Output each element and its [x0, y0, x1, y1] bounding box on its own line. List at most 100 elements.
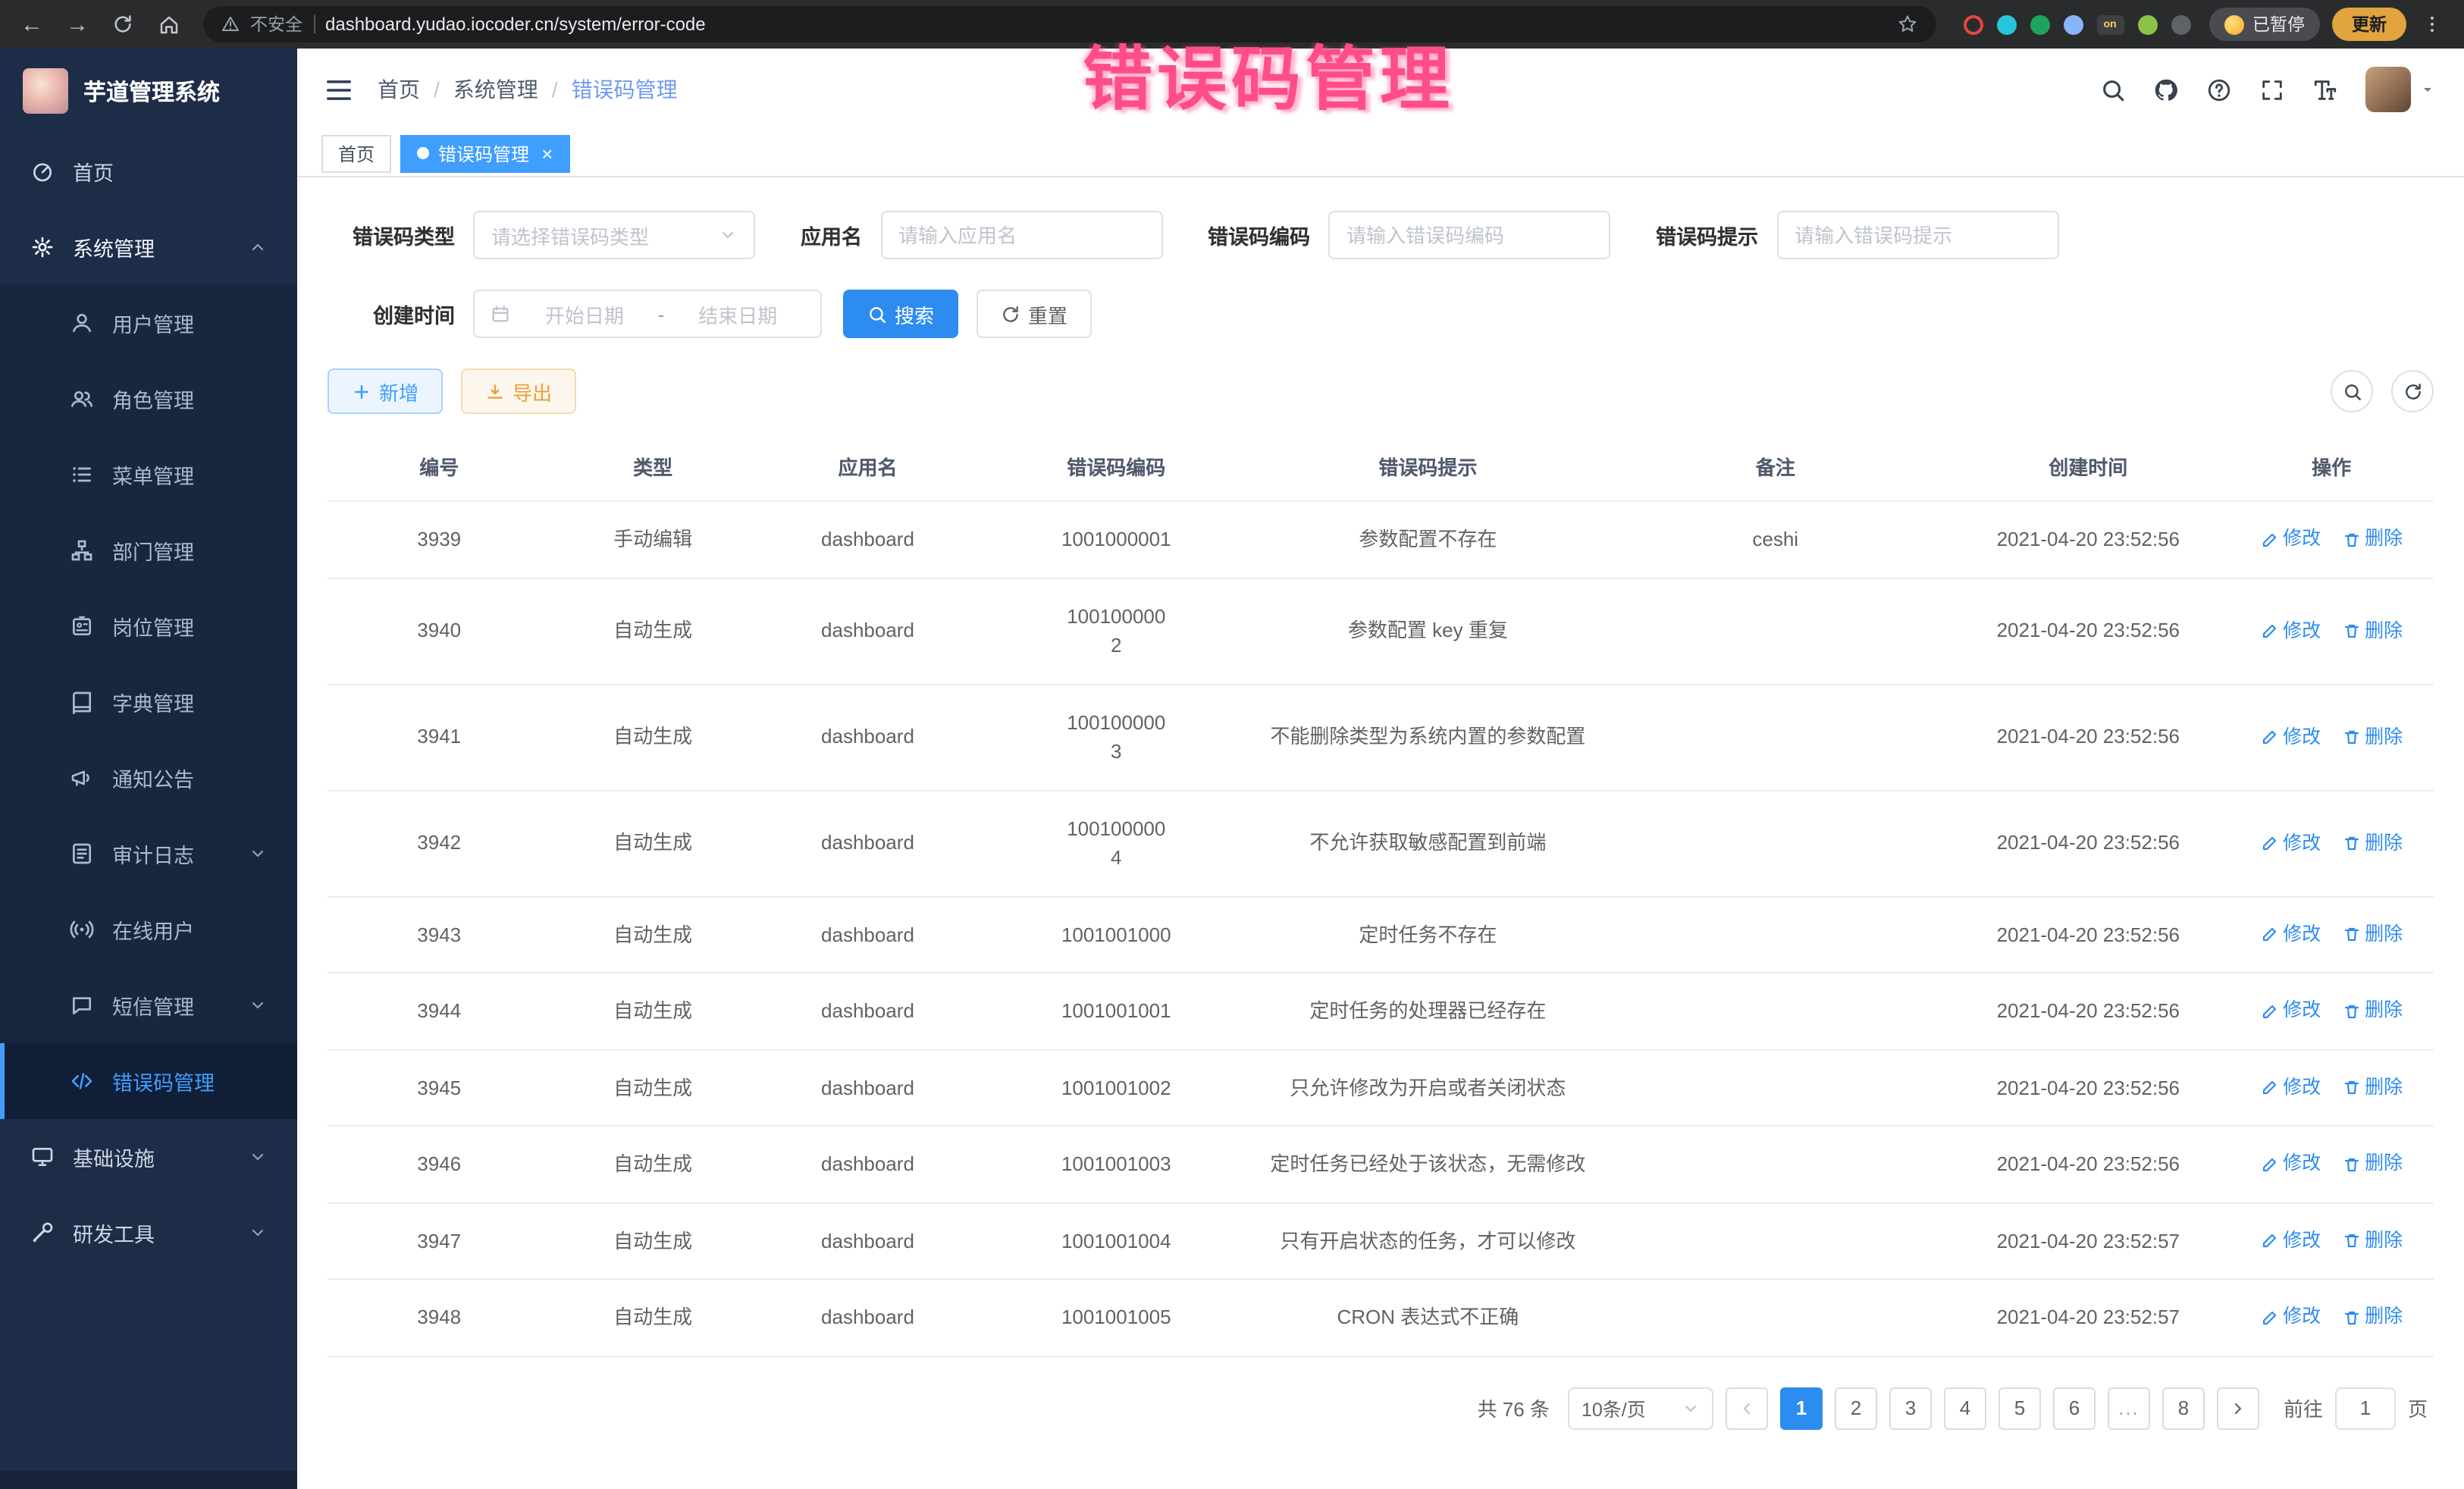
breadcrumb-item[interactable]: 系统管理 — [453, 74, 538, 105]
sidebar-item-notice[interactable]: 通知公告 — [0, 740, 297, 816]
reset-button-label: 重置 — [1028, 299, 1067, 328]
sidebar-item-infrastructure[interactable]: 基础设施 — [0, 1119, 297, 1195]
prev-page-button[interactable] — [1726, 1387, 1768, 1429]
trash-icon — [2342, 1309, 2360, 1327]
app-name-input[interactable] — [880, 211, 1162, 259]
page-button[interactable]: 6 — [2053, 1387, 2096, 1429]
update-button[interactable]: 更新 — [2332, 8, 2406, 41]
sidebar-item-dev-tools[interactable]: 研发工具 — [0, 1195, 297, 1271]
code-icon — [70, 1069, 94, 1093]
sidebar-item-role-management[interactable]: 角色管理 — [0, 361, 297, 437]
sidebar-item-dept-management[interactable]: 部门管理 — [0, 513, 297, 588]
hamburger-icon[interactable] — [324, 75, 353, 104]
refresh-table-button[interactable] — [2391, 370, 2434, 412]
error-hint-input[interactable] — [1776, 211, 2058, 259]
extension-toolbar: on — [1951, 14, 2202, 34]
page-button[interactable]: 2 — [1835, 1387, 1877, 1429]
paused-badge[interactable]: 已暂停 — [2209, 8, 2320, 41]
edit-link[interactable]: 修改 — [2260, 723, 2321, 751]
column-header: 错误码提示 — [1252, 432, 1603, 500]
edit-link[interactable]: 修改 — [2260, 997, 2321, 1026]
sidebar-item-dict-management[interactable]: 字典管理 — [0, 664, 297, 740]
delete-link[interactable]: 删除 — [2342, 829, 2403, 857]
home-button[interactable] — [149, 5, 188, 44]
extension-icon[interactable] — [2137, 14, 2157, 34]
address-bar[interactable]: 不安全 dashboard.yudao.iocoder.cn/system/er… — [203, 6, 1936, 42]
avatar[interactable] — [2365, 67, 2411, 112]
sidebar-item-error-code-management[interactable]: 错误码管理 — [0, 1043, 297, 1119]
error-code-type-select[interactable]: 请选择错误码类型 — [473, 211, 755, 259]
user-menu[interactable] — [2365, 67, 2437, 112]
error-code-input[interactable] — [1328, 211, 1610, 259]
toggle-search-button[interactable] — [2331, 370, 2373, 412]
delete-link[interactable]: 删除 — [2342, 616, 2403, 645]
breadcrumb-item[interactable]: 首页 — [378, 74, 420, 105]
delete-link[interactable]: 删除 — [2342, 723, 2403, 751]
browser-menu-kebab-icon[interactable] — [2412, 5, 2452, 44]
extension-icon[interactable] — [2063, 14, 2083, 34]
forward-button[interactable]: → — [58, 5, 97, 44]
edit-link[interactable]: 修改 — [2260, 829, 2321, 857]
cell-app-name: dashboard — [755, 973, 980, 1049]
reload-button[interactable] — [103, 5, 143, 44]
goto-page-input[interactable] — [2335, 1387, 2396, 1429]
page-more-button[interactable]: ... — [2108, 1387, 2150, 1429]
extension-icon[interactable] — [1963, 14, 1983, 34]
font-size-icon[interactable] — [2312, 77, 2338, 102]
delete-link[interactable]: 删除 — [2342, 1074, 2403, 1102]
sidebar-item-menu-management[interactable]: 菜单管理 — [0, 437, 297, 513]
search-icon[interactable] — [2100, 77, 2126, 102]
reset-button[interactable]: 重置 — [977, 290, 1092, 338]
page-button[interactable]: 5 — [1998, 1387, 2041, 1429]
edit-link[interactable]: 修改 — [2260, 1150, 2321, 1179]
filter-label-error-code: 错误码编码 — [1208, 220, 1310, 250]
page-size-select[interactable]: 10条/页 — [1568, 1387, 1713, 1429]
page-button[interactable]: 1 — [1780, 1387, 1823, 1429]
fullscreen-icon[interactable] — [2259, 77, 2285, 102]
edit-link[interactable]: 修改 — [2260, 1227, 2321, 1255]
not-secure-label: 不安全 — [250, 12, 303, 36]
back-button[interactable]: ← — [12, 5, 52, 44]
tab-error-code[interactable]: 错误码管理× — [400, 134, 569, 172]
page-button[interactable]: 3 — [1889, 1387, 1932, 1429]
sidebar-item-post-management[interactable]: 岗位管理 — [0, 588, 297, 664]
help-icon[interactable] — [2206, 77, 2232, 102]
tab-home[interactable]: 首页 — [321, 134, 391, 172]
page-button[interactable]: 4 — [1944, 1387, 1986, 1429]
extension-icon[interactable] — [1996, 14, 2016, 34]
delete-link[interactable]: 删除 — [2342, 920, 2403, 949]
cell-type: 自动生成 — [550, 1203, 754, 1278]
delete-link[interactable]: 删除 — [2342, 997, 2403, 1026]
column-header: 操作 — [2229, 432, 2433, 500]
edit-link[interactable]: 修改 — [2260, 1074, 2321, 1102]
page-button[interactable]: 8 — [2162, 1387, 2205, 1429]
edit-link[interactable]: 修改 — [2260, 525, 2321, 554]
edit-link[interactable]: 修改 — [2260, 1303, 2321, 1332]
refresh-icon — [1001, 304, 1020, 324]
add-button[interactable]: 新增 — [328, 368, 443, 414]
sidebar-item-online-users[interactable]: 在线用户 — [0, 892, 297, 967]
cell-app-name: dashboard — [755, 1280, 980, 1355]
delete-link[interactable]: 删除 — [2342, 1227, 2403, 1255]
search-button[interactable]: 搜索 — [843, 290, 958, 338]
create-time-range-picker[interactable]: 开始日期 - 结束日期 — [473, 290, 822, 338]
edit-link[interactable]: 修改 — [2260, 616, 2321, 645]
github-icon[interactable] — [2153, 77, 2179, 102]
export-button[interactable]: 导出 — [461, 368, 576, 414]
edit-link[interactable]: 修改 — [2260, 920, 2321, 949]
sidebar-item-user-management[interactable]: 用户管理 — [0, 285, 297, 361]
sidebar-item-audit-log[interactable]: 审计日志 — [0, 816, 297, 892]
tab-close-icon[interactable]: × — [541, 143, 553, 163]
sidebar-item-home[interactable]: 首页 — [0, 133, 297, 209]
sidebar-item-system-management[interactable]: 系统管理 — [0, 209, 297, 285]
extension-icon[interactable]: on — [2096, 14, 2124, 34]
next-page-button[interactable] — [2217, 1387, 2259, 1429]
delete-link[interactable]: 删除 — [2342, 1303, 2403, 1332]
delete-link[interactable]: 删除 — [2342, 525, 2403, 554]
bookmark-star-icon[interactable] — [1896, 14, 1917, 35]
extension-icon[interactable] — [2171, 14, 2190, 34]
delete-link[interactable]: 删除 — [2342, 1150, 2403, 1179]
extension-icon[interactable] — [2030, 14, 2049, 34]
sidebar-item-sms-management[interactable]: 短信管理 — [0, 967, 297, 1043]
edit-icon — [2260, 1232, 2278, 1250]
